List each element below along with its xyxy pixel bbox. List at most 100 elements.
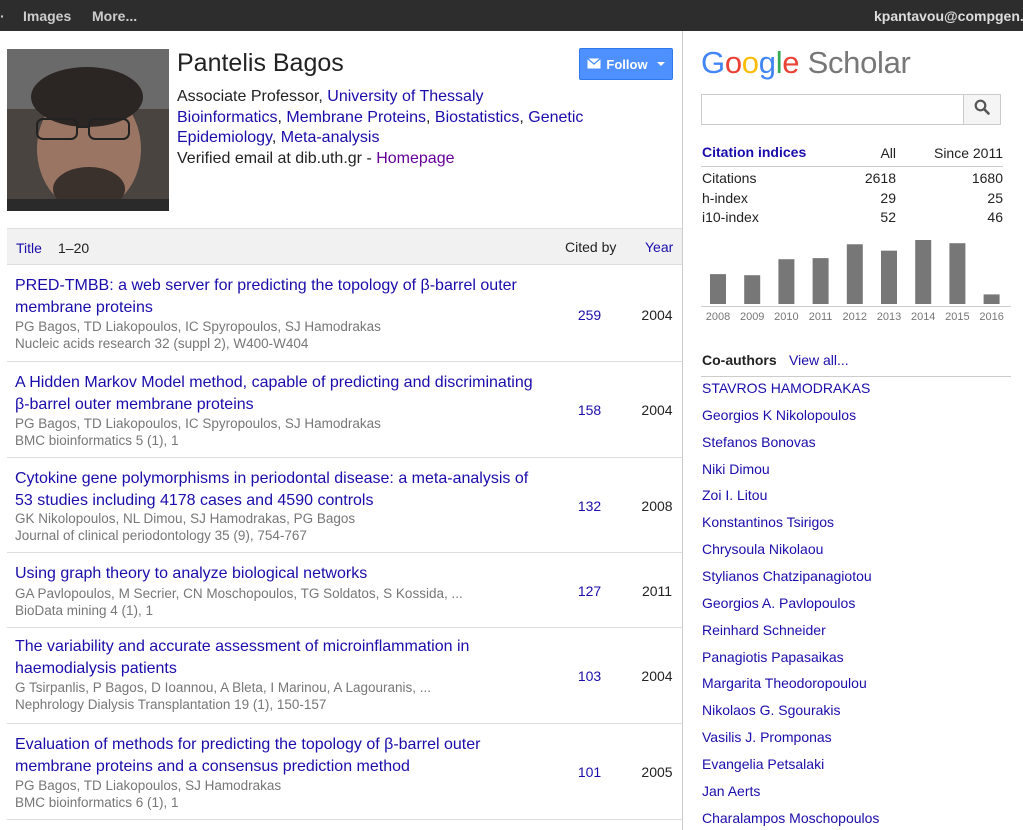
- publication-year: 2004: [641, 402, 673, 418]
- follow-button[interactable]: Follow: [579, 48, 673, 80]
- sort-by-title[interactable]: Title: [16, 240, 42, 256]
- profile-position-line: Associate Professor, University of Thess…: [177, 87, 587, 108]
- results-range: 1–20: [58, 240, 90, 256]
- chart-tick-label: 2012: [843, 311, 867, 323]
- publication-title-link[interactable]: Evaluation of methods for predicting the…: [15, 734, 535, 777]
- citation-indices-link[interactable]: Citation indices: [702, 144, 806, 160]
- citation-row-since: 46: [987, 209, 1003, 225]
- coauthor-link[interactable]: Stylianos Chatzipanagiotou: [702, 568, 872, 584]
- citation-row-label: Citations: [702, 170, 757, 186]
- citation-row-since: 25: [987, 189, 1003, 206]
- cited-by-link[interactable]: 259: [567, 307, 612, 323]
- citation-indices-header: Citation indices All Since 2011: [701, 143, 1003, 167]
- citation-row-since: 1680: [971, 170, 1003, 186]
- profile-photo: [7, 49, 169, 211]
- publication-authors: GA Pavlopoulos, M Secrier, CN Moschopoul…: [15, 586, 463, 601]
- nav-more-link[interactable]: More...: [92, 8, 137, 24]
- coauthor-link[interactable]: Evangelia Petsalaki: [702, 756, 824, 772]
- nav-images-link[interactable]: Images: [23, 8, 71, 24]
- chart-bar[interactable]: [949, 243, 966, 304]
- interest-separator: ,: [426, 108, 435, 126]
- search-input[interactable]: [701, 94, 964, 125]
- coauthor-link[interactable]: Georgios A. Pavlopoulos: [702, 595, 855, 611]
- account-email[interactable]: kpantavou@compgen.: [874, 8, 1023, 24]
- chart-tick-label: 2014: [911, 311, 935, 323]
- publication-title-link[interactable]: Cytokine gene polymorphisms in periodont…: [15, 468, 535, 511]
- chart-tick-label: 2015: [945, 311, 969, 323]
- chart-bar[interactable]: [846, 244, 863, 304]
- sort-by-year[interactable]: Year: [645, 239, 673, 255]
- chart-tick-label: 2010: [774, 311, 798, 323]
- table-row: A Hidden Markov Model method, capable of…: [7, 362, 682, 458]
- cited-by-link[interactable]: 101: [567, 764, 612, 780]
- cited-by-link[interactable]: 103: [567, 668, 612, 684]
- citation-row-all: 29: [880, 189, 896, 206]
- publication-title-link[interactable]: A Hidden Markov Model method, capable of…: [15, 372, 535, 415]
- citation-row-all: 2618: [864, 170, 896, 186]
- cited-by-link[interactable]: 132: [567, 498, 612, 514]
- envelope-icon: [587, 57, 602, 72]
- coauthor-link[interactable]: Margarita Theodoropoulou: [702, 675, 867, 691]
- search-button[interactable]: [963, 94, 1001, 125]
- interest-link[interactable]: Biostatistics: [435, 109, 519, 126]
- chart-bar[interactable]: [812, 258, 829, 304]
- coauthor-link[interactable]: Zoi I. Litou: [702, 487, 767, 503]
- cited-by-link[interactable]: 158: [567, 402, 612, 418]
- publication-authors: PG Bagos, TD Liakopoulos, IC Spyropoulos…: [15, 319, 381, 334]
- nav-dot: ·: [0, 8, 5, 24]
- chart-bar[interactable]: [881, 250, 897, 304]
- publication-title-link[interactable]: Using graph theory to analyze biological…: [15, 563, 535, 585]
- logo-letter: e: [782, 45, 800, 80]
- coauthors-title: Co-authors: [702, 352, 777, 368]
- chart-tick-label: 2011: [809, 311, 833, 323]
- coauthor-link[interactable]: Nikolaos G. Sgourakis: [702, 702, 841, 718]
- interest-link[interactable]: Meta-analysis: [281, 129, 380, 146]
- coauthor-link[interactable]: Panagiotis Papasaikas: [702, 649, 844, 665]
- publication-venue: Journal of clinical periodontology 35 (9…: [15, 528, 307, 543]
- chart-bar[interactable]: [915, 240, 932, 304]
- chevron-down-icon: [656, 62, 665, 66]
- publication-title-link[interactable]: PRED-TMBB: a web server for predicting t…: [15, 275, 535, 318]
- coauthor-link[interactable]: Charalampos Moschopoulos: [702, 810, 879, 826]
- view-all-coauthors-link[interactable]: View all...: [789, 352, 849, 368]
- google-scholar-logo[interactable]: Google Scholar: [701, 45, 911, 81]
- publication-year: 2004: [641, 307, 673, 323]
- sort-by-cited[interactable]: Cited by: [565, 239, 616, 255]
- coauthor-link[interactable]: STAVROS HAMODRAKAS: [702, 380, 870, 396]
- publication-year: 2005: [641, 764, 673, 780]
- interest-separator: ,: [271, 129, 281, 146]
- affiliation-link[interactable]: University of Thessaly: [327, 88, 483, 105]
- homepage-link[interactable]: Homepage: [376, 150, 454, 167]
- google-wordmark: Google: [701, 45, 800, 80]
- cited-by-link[interactable]: 127: [567, 583, 612, 599]
- verified-email: Verified email at dib.uth.gr -: [177, 149, 377, 167]
- citation-row-label: h-index: [702, 189, 748, 206]
- verified-line: Verified email at dib.uth.gr - Homepage: [177, 149, 587, 170]
- publication-venue: BMC bioinformatics 6 (1), 1: [15, 795, 179, 810]
- publication-authors: GK Nikolopoulos, NL Dimou, SJ Hamodrakas…: [15, 511, 356, 526]
- chart-bar[interactable]: [744, 275, 761, 304]
- coauthor-link[interactable]: Niki Dimou: [702, 461, 770, 477]
- column-since-2011: Since 2011: [933, 145, 1003, 161]
- coauthor-link[interactable]: Chrysoula Nikolaou: [702, 541, 823, 557]
- coauthor-link[interactable]: Jan Aerts: [702, 783, 760, 799]
- publication-title-link[interactable]: The variability and accurate assessment …: [15, 636, 535, 679]
- publications-table-header: Title 1–20 Cited by Year: [7, 228, 682, 265]
- interest-link[interactable]: Bioinformatics: [177, 109, 277, 126]
- follow-label: Follow: [606, 56, 648, 72]
- coauthor-link[interactable]: Stefanos Bonovas: [702, 434, 816, 450]
- profile-info: Associate Professor, University of Thess…: [177, 87, 587, 169]
- chart-bar[interactable]: [778, 259, 795, 304]
- logo-letter: G: [701, 45, 725, 80]
- coauthor-link[interactable]: Georgios K Nikolopoulos: [702, 407, 856, 423]
- interest-link[interactable]: Membrane Proteins: [286, 109, 426, 126]
- scholar-wordmark: Scholar: [807, 45, 911, 80]
- coauthor-link[interactable]: Reinhard Schneider: [702, 622, 826, 638]
- chart-bar[interactable]: [710, 274, 726, 304]
- logo-letter: g: [758, 45, 776, 80]
- interest-separator: ,: [519, 108, 529, 126]
- coauthor-link[interactable]: Vasilis J. Promponas: [702, 729, 832, 745]
- coauthor-link[interactable]: Konstantinos Tsirigos: [702, 514, 834, 530]
- logo-letter: o: [724, 45, 742, 80]
- chart-bar[interactable]: [983, 294, 1000, 304]
